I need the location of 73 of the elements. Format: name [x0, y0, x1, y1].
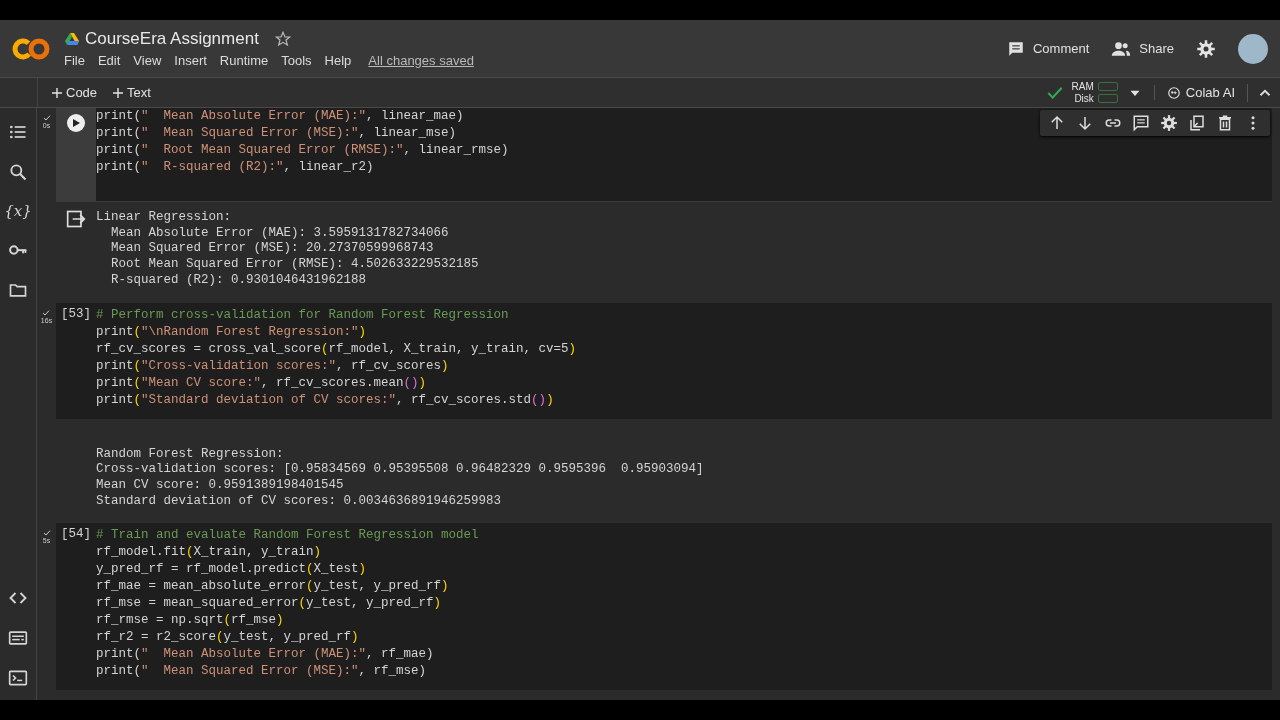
- arrow-down-icon[interactable]: [1076, 114, 1094, 132]
- resource-label: Disk: [1074, 93, 1094, 104]
- output-line: R-squared (R2): 0.9301046431962188: [110, 272, 367, 289]
- menu-item[interactable]: Insert: [174, 53, 213, 68]
- check-icon: [42, 114, 51, 122]
- settings-icon[interactable]: [1196, 38, 1216, 59]
- code-line: rf_mae = mean_absolute_error(y_test, y_pred_rf): [96, 578, 449, 596]
- menu-item[interactable]: Runtime: [219, 53, 275, 68]
- code-line: print(" Mean Absolute Error (MAE):", linear_mae): [96, 108, 464, 125]
- share-button[interactable]: Share: [1111, 38, 1174, 59]
- comment-icon[interactable]: [1132, 114, 1150, 132]
- execution-count: [53]: [61, 306, 91, 323]
- code-line: rf_cv_scores = cross_val_score(rf_model, X_train, y_train, cv=5): [96, 340, 577, 358]
- add-cell-button[interactable]: Text: [111, 85, 153, 100]
- drive-icon[interactable]: [65, 33, 79, 45]
- run-button[interactable]: [67, 114, 85, 132]
- code-line: print("Standard deviation of CV scores:", rf_cv_scores.std()): [96, 391, 554, 409]
- output-line: Linear Regression:: [96, 210, 232, 226]
- code-line: rf_rmse = np.sqrt(rf_mse): [96, 612, 284, 630]
- resource-meter: [1097, 82, 1118, 91]
- output-line: Cross-validation scores: [0.95834569 0.95395508 0.96482329 0.9595396 0.95903094]: [96, 462, 704, 478]
- output-line: Root Mean Squared Error (RMSE): 4.502633229532185: [110, 257, 479, 273]
- code-line: print(" Mean Absolute Error (MAE):", rf_mae): [96, 646, 434, 664]
- menu-item[interactable]: Edit: [97, 53, 127, 68]
- code-line: rf_r2 = r2_score(y_test, y_pred_rf): [96, 629, 359, 647]
- resource-meter: [1097, 94, 1118, 103]
- check-icon: [42, 529, 51, 538]
- variables-icon[interactable]: {x}: [4, 202, 32, 220]
- plus-icon: [113, 87, 124, 98]
- comment-button[interactable]: Comment: [1006, 39, 1090, 58]
- star-icon[interactable]: [274, 31, 291, 47]
- play-icon: [71, 118, 81, 128]
- execution-count: [54]: [61, 527, 91, 544]
- code-line: print(" R-squared (R2):", linear_r2): [96, 159, 374, 176]
- menu-item[interactable]: Tools: [281, 53, 318, 68]
- code-line: print(" Mean Squared Error (MSE):", rf_mse): [96, 663, 427, 681]
- form-icon[interactable]: [8, 628, 28, 648]
- settings-icon[interactable]: [1160, 114, 1178, 132]
- output-line: Mean Absolute Error (MAE): 3.5959131782734066: [110, 225, 449, 242]
- output-line: Standard deviation of CV scores: 0.0034636891946259983: [96, 493, 502, 510]
- menu-item[interactable]: Help: [324, 53, 358, 68]
- resource-label: RAM: [1071, 81, 1094, 92]
- code-line: # Train and evaluate Random Forest Regression model: [96, 527, 479, 545]
- output-line: Random Forest Regression:: [96, 446, 284, 463]
- trash-icon[interactable]: [1216, 114, 1234, 132]
- mirror-icon[interactable]: [1188, 114, 1206, 132]
- code-line: y_pred_rf = rf_model.predict(X_test): [96, 561, 367, 579]
- search-icon[interactable]: [8, 162, 28, 182]
- save-status-link[interactable]: All changes saved: [368, 53, 474, 68]
- menu-item[interactable]: View: [133, 53, 168, 68]
- plus-icon: [52, 87, 62, 98]
- terminal-icon[interactable]: [8, 668, 28, 688]
- output-line: Mean Squared Error (MSE): 20.27370599968743: [110, 241, 434, 258]
- comment-icon: [1006, 39, 1025, 58]
- avatar[interactable]: [1238, 33, 1268, 64]
- output-line: Mean CV score: 0.9591389198401545: [96, 477, 344, 494]
- sparkle-icon: [1166, 85, 1181, 100]
- output-icon[interactable]: [66, 209, 86, 229]
- menu-item[interactable]: File: [64, 53, 91, 68]
- code-line: print("Mean CV score:", rf_cv_scores.mean()): [96, 374, 427, 392]
- code-line: rf_model.fit(X_train, y_train): [96, 544, 322, 562]
- logo-icon[interactable]: [12, 36, 50, 61]
- code-line: print(" Mean Squared Error (MSE):", linear_mse): [96, 125, 457, 142]
- notebook-title[interactable]: CourseEra Assignment: [85, 29, 259, 49]
- add-cell-button[interactable]: Code: [50, 85, 100, 100]
- check-icon: [42, 308, 51, 317]
- code-line: print("\nRandom Forest Regression:"): [96, 323, 367, 341]
- code-line: print("Cross-validation scores:", rf_cv_scores): [96, 357, 449, 375]
- code-line: print(" Root Mean Squared Error (RMSE):", linear_rmse): [96, 142, 509, 159]
- ai-button[interactable]: Colab AI: [1153, 85, 1247, 100]
- arrow-up-icon[interactable]: [1048, 114, 1066, 132]
- code-line: # Perform cross-validation for Random Forest Regression: [96, 306, 509, 324]
- code-line: rf_mse = mean_squared_error(y_test, y_pred_rf): [96, 595, 442, 613]
